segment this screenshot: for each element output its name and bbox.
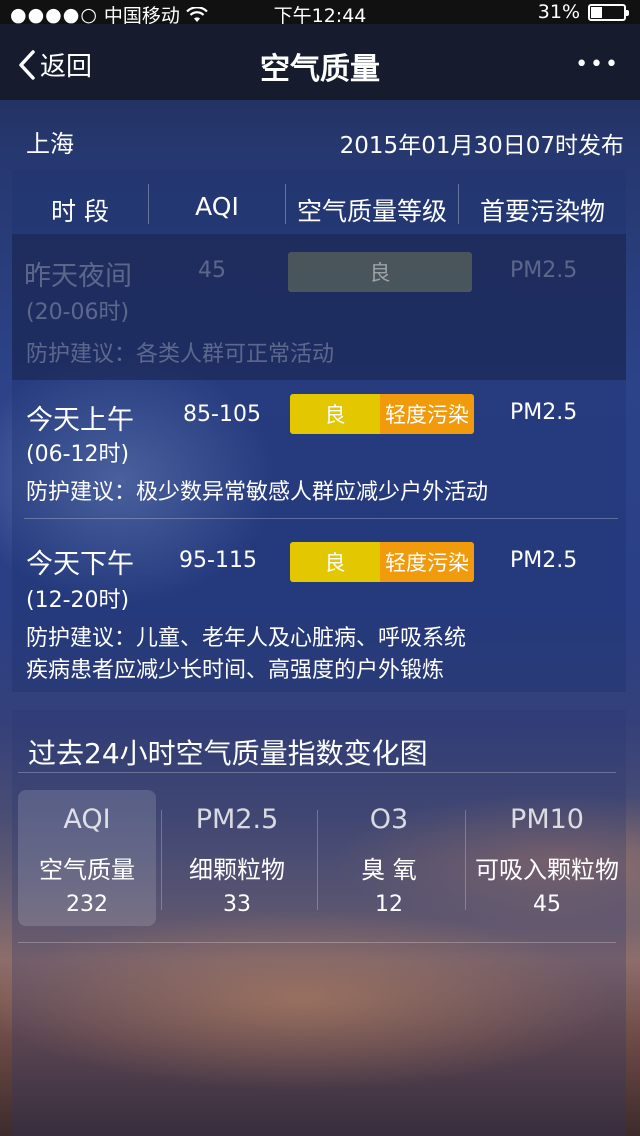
metric-code: O3 — [369, 804, 409, 835]
metric-value: 33 — [223, 892, 251, 917]
metric-value: 45 — [533, 892, 561, 917]
card-divider — [317, 810, 318, 910]
advice-text: 各类人群可正常活动 — [136, 342, 335, 367]
status-bar: ●●●●○ 中国移动 下午12:44 31% — [0, 0, 640, 27]
row-hours: (20-06时) — [26, 300, 130, 325]
metric-name: 空气质量 — [39, 856, 135, 884]
metric-tab-aqi[interactable]: AQI 空气质量 232 — [18, 790, 156, 926]
header-aqi: AQI — [195, 192, 239, 221]
row-aqi: 95-115 — [179, 548, 257, 573]
more-menu-button[interactable]: ••• — [575, 52, 620, 77]
table-row-last-night: 昨天夜间 (20-06时) 45 良 PM2.5 防护建议：各类人群可正常活动 — [12, 234, 626, 380]
card-divider — [161, 810, 162, 910]
row-divider — [24, 518, 618, 519]
advice-prefix: 防护建议： — [26, 626, 137, 651]
header-period: 时 段 — [51, 197, 109, 226]
metric-tab-o3[interactable]: O3 臭 氧 12 — [320, 790, 458, 926]
advice-text: 极少数异常敏感人群应减少户外活动 — [136, 480, 489, 505]
row-advice: 防护建议：各类人群可正常活动 — [26, 336, 334, 368]
metric-tab-pm10[interactable]: PM10 可吸入颗粒物 45 — [468, 790, 626, 926]
level-good: 良 — [290, 542, 380, 582]
aqi-history-section: 过去24小时空气质量指数变化图 AQI 空气质量 232 PM2.5 细颗粒物 … — [12, 710, 626, 1136]
advice-prefix: 防护建议： — [26, 480, 137, 505]
row-period: 今天下午 — [26, 549, 134, 580]
row-advice: 防护建议：儿童、老年人及心脏病、呼吸系统 — [26, 620, 466, 652]
metric-code: PM10 — [510, 804, 584, 835]
row-advice: 防护建议：极少数异常敏感人群应减少户外活动 — [26, 474, 488, 506]
level-good: 良 — [290, 394, 380, 434]
card-divider — [465, 810, 466, 910]
battery-icon — [588, 3, 629, 21]
row-pollutant: PM2.5 — [510, 400, 578, 425]
level-light-pollution: 轻度污染 — [380, 394, 474, 434]
advice-text: 儿童、老年人及心脏病、呼吸系统 — [136, 626, 467, 651]
header-pollutant: 首要污染物 — [479, 197, 605, 226]
metric-tab-pm25[interactable]: PM2.5 细颗粒物 33 — [168, 790, 306, 926]
row-pollutant: PM2.5 — [510, 548, 578, 573]
row-aqi: 85-105 — [183, 402, 261, 427]
row-advice-continued: 疾病患者应减少长时间、高强度的户外锻炼 — [26, 658, 445, 683]
metric-code: PM2.5 — [195, 804, 279, 835]
city-name: 上海 — [26, 130, 74, 158]
level-light-pollution: 轻度污染 — [380, 542, 474, 582]
section-divider — [18, 942, 616, 943]
level-badge-good: 良 — [288, 252, 472, 292]
advice-prefix: 防护建议： — [26, 342, 137, 367]
section-divider — [18, 772, 616, 773]
battery-percent: 31% — [537, 1, 580, 23]
row-period: 昨天夜间 — [24, 261, 132, 292]
forecast-table: 时 段 AQI 空气质量等级 首要污染物 昨天夜间 (20-06时) 45 良 … — [12, 170, 626, 692]
metric-name: 细颗粒物 — [189, 856, 285, 884]
row-pollutant: PM2.5 — [510, 258, 578, 283]
metric-name: 臭 氧 — [361, 856, 417, 884]
header-level: 空气质量等级 — [296, 197, 447, 226]
publish-time: 2015年01月30日07时发布 — [339, 133, 624, 159]
level-badge: 良 轻度污染 — [290, 394, 474, 434]
row-aqi: 45 — [198, 258, 226, 283]
row-period: 今天上午 — [26, 405, 134, 436]
metric-code: AQI — [63, 804, 111, 835]
level-badge: 良 轻度污染 — [290, 542, 474, 582]
metric-value: 232 — [66, 892, 108, 917]
row-hours: (12-20时) — [26, 588, 130, 613]
metric-value: 12 — [375, 892, 403, 917]
metric-name: 可吸入颗粒物 — [475, 856, 619, 884]
page-title: 空气质量 — [260, 52, 380, 87]
row-hours: (06-12时) — [26, 442, 130, 467]
section-title: 过去24小时空气质量指数变化图 — [28, 737, 428, 770]
nav-bar: 返回 空气质量 ••• — [0, 24, 640, 100]
